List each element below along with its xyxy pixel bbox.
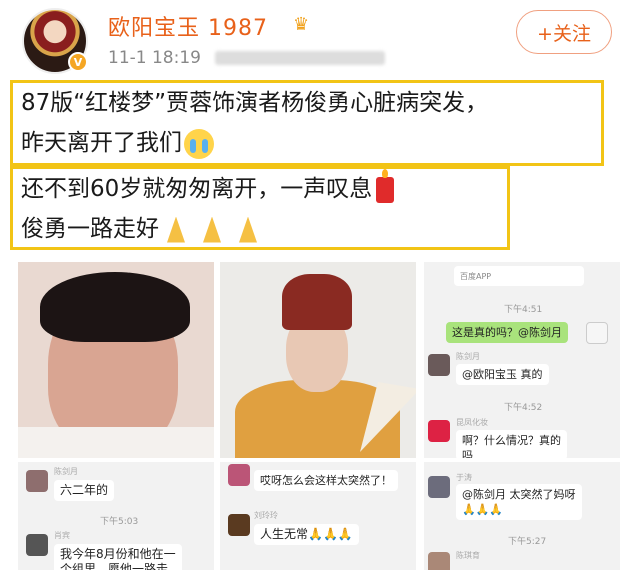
praying-hands-icon [231,215,265,245]
post-line-4-row: 俊勇一路走好 [21,209,507,249]
chat-message-line: 🙏🙏🙏 [462,503,504,516]
chat-time: 下午4:52 [504,403,543,413]
post-line-2: 昨天离开了我们 [21,130,182,156]
chat-avatar [26,470,48,492]
post-timestamp: 11-1 18:19 [108,48,201,68]
portrait-shirt [18,427,214,458]
chat-avatar [428,552,450,570]
app-label: 百度APP [460,272,492,281]
chat-avatar [428,476,450,498]
chat-sender: 陈琪育 [456,551,480,560]
portrait-hair [40,272,190,342]
chat-message: 人生无常🙏🙏🙏 [254,524,359,545]
chat-message: @陈剑月 太突然了妈呀 🙏🙏🙏 [456,484,582,520]
username[interactable]: 欧阳宝玉 1987 [108,10,268,42]
chat-message-line: @陈剑月 太突然了妈呀 [462,488,576,501]
chat-sender: 昆凤化妆 [456,418,488,427]
blurred-source [214,51,385,65]
praying-hands-icon [159,215,193,245]
chat-avatar [428,420,450,442]
post-line-3-row: 还不到60岁就匆匆离开，一声叹息 [21,168,507,209]
chat-avatar [586,322,608,344]
chat-sender: 刘玲玲 [254,511,278,520]
chat-message-line: 我今年8月份和他在一 [60,547,176,561]
post-text-box-1: 87版“红楼梦”贾蓉饰演者杨俊勇心脏病突发， 昨天离开了我们 [10,80,604,166]
chat-message-line: 吗 [462,449,473,458]
candle-icon [376,168,395,203]
chat-message: @欧阳宝玉 真的 [456,364,549,385]
praying-hands-icon [195,215,229,245]
chat-avatar [26,534,48,556]
chat-message: 啊？什么情况？真的吗 [456,430,567,458]
follow-button[interactable]: +关注 [516,10,612,54]
chat-screenshot-1[interactable]: 百度APP 下午4:51 这是真的吗？@陈剑月 陈剑月 @欧阳宝玉 真的 下午4… [424,262,620,458]
verified-badge: V [68,52,88,72]
chat-time: 下午4:51 [504,305,543,315]
post-line-1: 87版“红楼梦”贾蓉饰演者杨俊勇心脏病突发， [21,90,489,116]
post-text-box-2: 还不到60岁就匆匆离开，一声叹息 俊勇一路走好 [10,166,510,250]
post-line-4: 俊勇一路走好 [21,216,159,242]
chat-sender: 陈剑月 [456,352,480,361]
chat-sender: 于涛 [456,473,472,482]
chat-screenshot-4[interactable]: 于涛 @陈剑月 太突然了妈呀 🙏🙏🙏 下午5:27 陈琪育 [424,462,620,570]
chat-screenshot-3[interactable]: 哎呀怎么会这样太突然了！ 刘玲玲 人生无常🙏🙏🙏 [220,462,416,570]
post-line-3: 还不到60岁就匆匆离开，一声叹息 [21,176,373,202]
chat-screenshot-2[interactable]: 陈剑月 六二年的 下午5:03 肖宾 我今年8月份和他在一 个组里，愿他一路走 [18,462,214,570]
chat-time: 下午5:27 [508,537,547,547]
chat-message: 这是真的吗？@陈剑月 [446,322,568,343]
chat-sender: 陈剑月 [54,467,78,476]
costume-hat [282,274,352,330]
chat-time: 下午5:03 [100,517,139,527]
chat-message: 六二年的 [54,480,115,501]
chat-sender: 肖宾 [54,531,70,540]
chat-message-line: 啊？什么情况？真的 [462,434,561,447]
portrait-photo[interactable] [18,262,214,458]
chat-message-line: 个组里，愿他一路走 [60,562,169,570]
crying-face-icon [184,128,214,159]
chat-message: 我今年8月份和他在一 个组里，愿他一路走 [54,544,182,570]
chat-avatar [228,464,250,486]
costume-photo[interactable] [220,262,416,458]
shared-link-card: 百度APP [454,266,584,286]
post-meta: 11-1 18:19 [108,48,385,68]
chat-message: 哎呀怎么会这样太突然了！ [254,470,398,491]
chat-avatar [428,354,450,376]
crown-icon: ♛ [293,14,310,35]
chat-avatar [228,514,250,536]
post-line-2-row: 昨天离开了我们 [21,123,601,163]
